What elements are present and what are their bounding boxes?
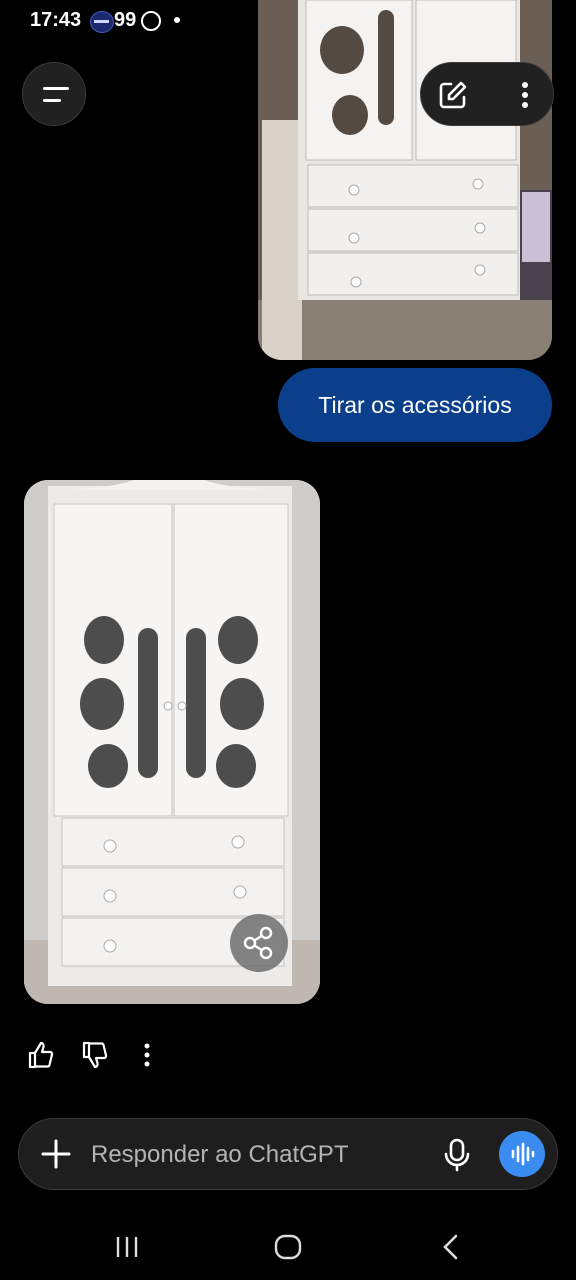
app-notification-icon <box>90 11 114 33</box>
notification-count: 99 <box>114 9 137 31</box>
whatsapp-icon <box>141 11 161 31</box>
composer: Responder ao ChatGPT <box>18 1118 558 1190</box>
status-time: 17:43 <box>30 9 82 31</box>
thumbs-down-icon[interactable] <box>80 1040 110 1070</box>
wardrobe-photo-original <box>258 0 552 360</box>
sent-image[interactable] <box>258 0 552 360</box>
feedback-row <box>24 1038 184 1074</box>
message-input[interactable]: Responder ao ChatGPT <box>91 1119 348 1191</box>
thumbs-up-icon[interactable] <box>26 1040 56 1070</box>
user-message-bubble: Tirar os acessórios <box>278 368 552 442</box>
share-button[interactable] <box>230 914 288 972</box>
more-options-icon[interactable] <box>132 1040 162 1070</box>
top-actions <box>420 62 554 126</box>
voice-mode-button[interactable] <box>499 1131 545 1177</box>
menu-line-2 <box>43 99 61 102</box>
home-icon[interactable] <box>273 1232 303 1262</box>
kebab-icon[interactable] <box>509 79 541 111</box>
microphone-icon[interactable] <box>439 1137 475 1173</box>
more-notifications-dot-icon <box>174 17 180 23</box>
voice-wave-icon <box>511 1142 535 1166</box>
back-icon[interactable] <box>436 1232 466 1262</box>
edit-icon[interactable] <box>437 79 469 111</box>
recents-icon[interactable] <box>112 1232 142 1262</box>
plus-icon[interactable] <box>39 1137 73 1171</box>
system-navbar <box>0 1210 576 1280</box>
menu-button[interactable] <box>22 62 86 126</box>
menu-line-1 <box>43 87 69 90</box>
share-icon <box>243 926 273 960</box>
